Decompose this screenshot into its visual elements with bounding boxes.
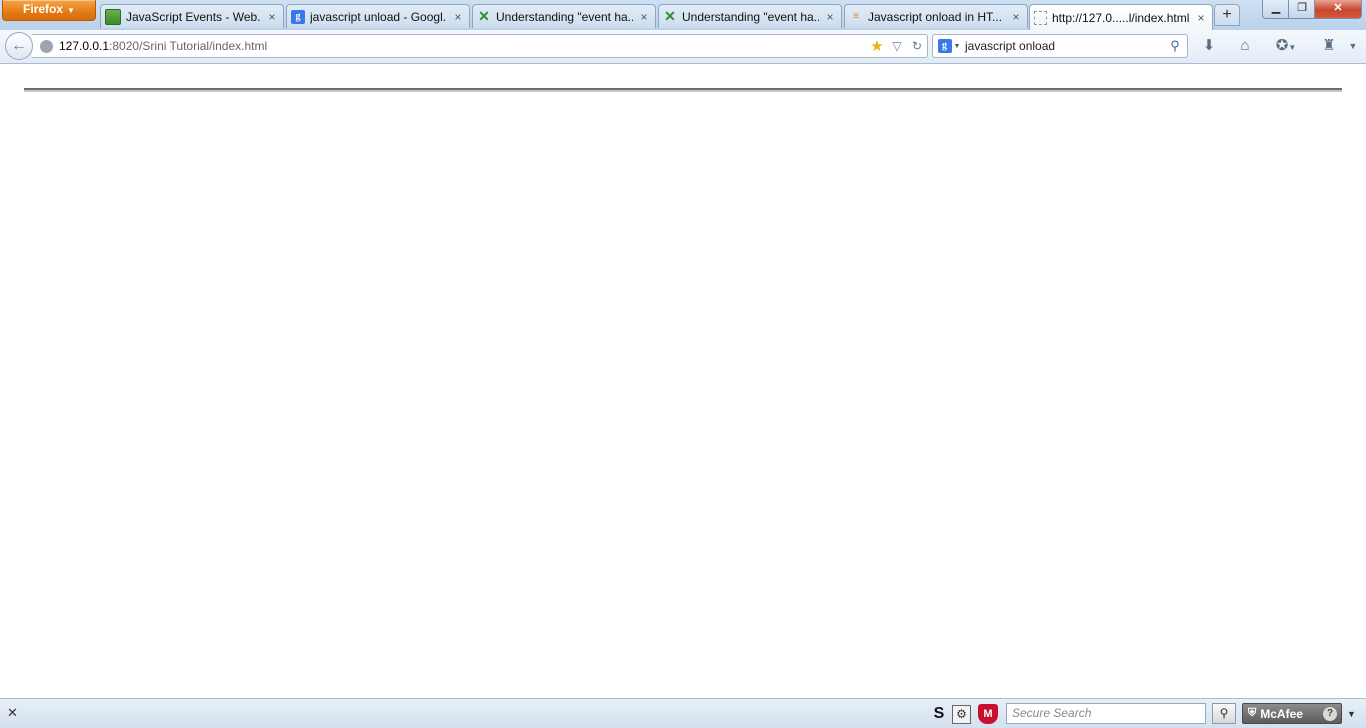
tab-javascript-events[interactable]: JavaScript Events - Web... ×	[100, 4, 284, 28]
tab-understanding-event-2[interactable]: ✕ Understanding "event ha... ×	[658, 4, 842, 28]
home-icon[interactable]: ⌂	[1236, 36, 1254, 56]
tab-title: Understanding "event ha...	[496, 9, 633, 24]
tab-title: JavaScript Events - Web...	[126, 9, 261, 24]
mcafee-dropdown-chevron-icon[interactable]: ▼	[1347, 709, 1356, 719]
back-button[interactable]: ←	[5, 32, 33, 60]
search-input[interactable]: javascript onload	[965, 39, 1163, 53]
horizontal-rule	[24, 88, 1342, 92]
google-icon: g	[291, 9, 305, 24]
mcafee-label: McAfee	[1260, 706, 1303, 721]
close-tab-icon[interactable]: ×	[637, 10, 651, 24]
downloads-icon[interactable]: ⬇	[1200, 36, 1218, 56]
new-tab-button[interactable]: +	[1214, 4, 1240, 26]
x-logo-icon: ✕	[664, 8, 676, 24]
s-addon-icon[interactable]: S	[932, 704, 946, 724]
close-tab-icon[interactable]: ×	[451, 10, 465, 24]
close-tab-icon[interactable]: ×	[823, 10, 837, 24]
mcafee-shield-icon[interactable]: M	[978, 704, 998, 724]
search-magnifier-icon: ⚲	[1219, 706, 1229, 720]
toolbar-overflow-chevron-icon[interactable]: ▼	[1346, 36, 1360, 56]
tab-google-search[interactable]: g javascript unload - Googl... ×	[286, 4, 470, 28]
search-engine-selector[interactable]: g ▼	[933, 39, 965, 53]
dropdown-caret-icon: ▼	[67, 6, 75, 15]
close-tab-icon[interactable]: ×	[265, 10, 279, 24]
back-arrow-icon: ←	[11, 37, 27, 54]
tab-javascript-onload[interactable]: ≡ Javascript onload in HT... ×	[844, 4, 1028, 28]
secure-search-input[interactable]: Secure Search	[1006, 703, 1206, 724]
url-text[interactable]: 127.0.0.1:8020/Srini Tutorial/index.html	[59, 39, 867, 53]
close-window-button[interactable]: ✕	[1314, 0, 1362, 19]
tab-understanding-event-1[interactable]: ✕ Understanding "event ha... ×	[472, 4, 656, 28]
reload-icon[interactable]: ↻	[907, 39, 927, 53]
gear-icon[interactable]: ⚙	[952, 705, 971, 724]
url-path: :8020/Srini Tutorial/index.html	[109, 39, 268, 53]
calendar-icon	[105, 8, 121, 25]
persona-hat-icon[interactable]: ♜	[1318, 36, 1340, 56]
chevron-down-icon: ▼	[953, 42, 961, 50]
navigation-toolbar: 127.0.0.1:8020/Srini Tutorial/index.html…	[0, 30, 1366, 64]
search-bar[interactable]: g ▼ javascript onload ⚲	[932, 34, 1188, 58]
close-tab-icon[interactable]: ×	[1009, 10, 1023, 24]
tab-title: Understanding "event ha...	[682, 9, 819, 24]
tab-title: http://127.0.....l/index.html	[1052, 10, 1190, 25]
tab-title: javascript unload - Googl...	[310, 9, 447, 24]
help-icon[interactable]: ?	[1323, 706, 1337, 721]
url-host: 127.0.0.1	[59, 39, 110, 53]
stackoverflow-icon: ≡	[853, 11, 859, 22]
search-magnifier-icon[interactable]: ⚲	[1163, 38, 1187, 54]
tab-index-html[interactable]: http://127.0.....l/index.html ×	[1029, 4, 1213, 30]
firefox-menu-label: Firefox	[23, 2, 64, 16]
close-addon-bar-icon[interactable]: ✕	[7, 705, 18, 721]
secure-search-button[interactable]: ⚲	[1212, 703, 1236, 724]
url-bar[interactable]: 127.0.0.1:8020/Srini Tutorial/index.html…	[32, 34, 928, 58]
mcafee-logo-icon: ⛨	[1248, 707, 1257, 719]
x-logo-icon: ✕	[478, 8, 490, 24]
page-content	[0, 64, 1366, 698]
restore-window-button[interactable]: ❐	[1288, 0, 1316, 19]
google-icon: g	[937, 39, 952, 53]
tab-strip: Firefox ▼ JavaScript Events - Web... × g …	[0, 0, 1366, 30]
addon-bar: ✕ S ⚙ M Secure Search ⚲ ⛨ McAfee ? ▼	[0, 698, 1366, 728]
mcafee-button[interactable]: ⛨ McAfee ?	[1242, 703, 1342, 724]
site-identity-icon[interactable]	[40, 39, 53, 53]
bookmarks-menu-icon[interactable]: ✪▼	[1270, 36, 1302, 56]
tab-title: Javascript onload in HT...	[868, 9, 1003, 24]
minimize-window-button[interactable]: ▁	[1262, 0, 1290, 19]
firefox-menu-button[interactable]: Firefox ▼	[2, 0, 96, 21]
history-dropdown-icon[interactable]: ▽	[887, 39, 907, 53]
close-tab-icon[interactable]: ×	[1194, 11, 1208, 25]
bookmark-star-icon[interactable]: ★	[867, 37, 887, 55]
blank-page-icon	[1034, 10, 1047, 25]
